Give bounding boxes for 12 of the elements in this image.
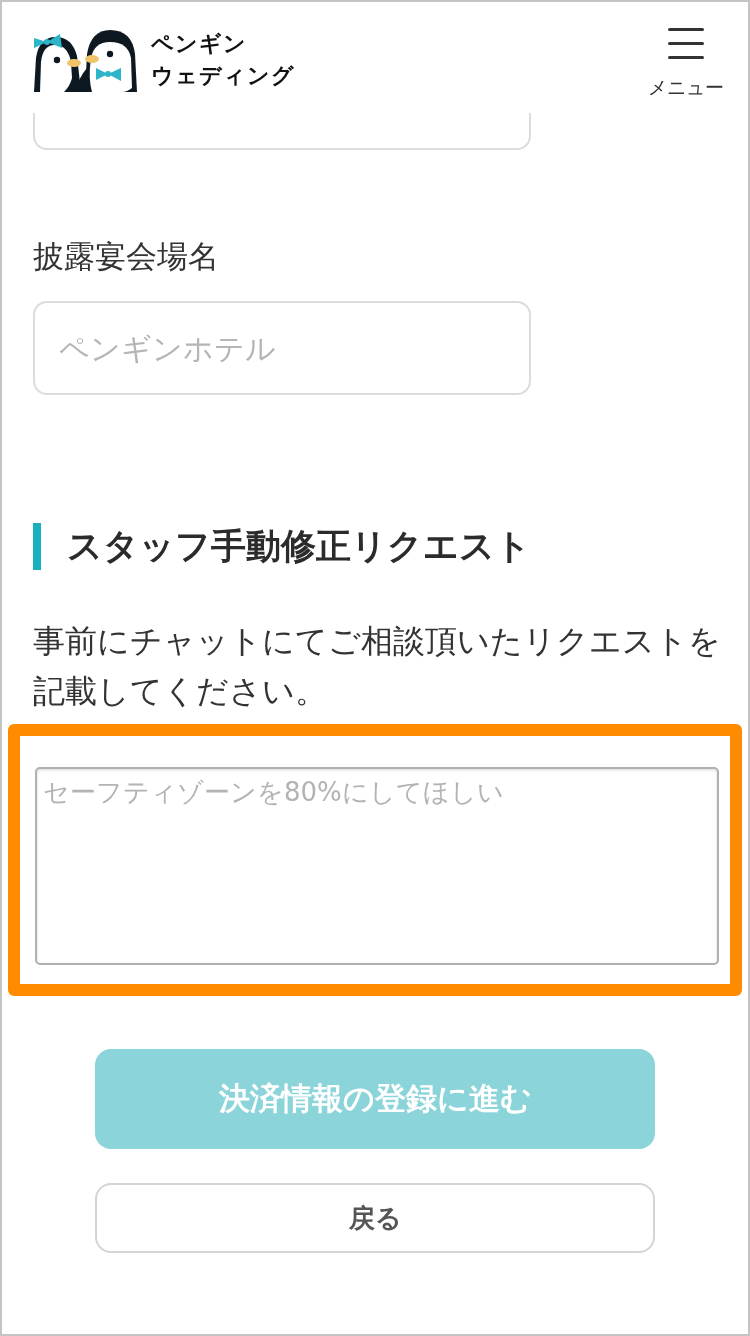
menu-button[interactable]: メニュー: [648, 28, 724, 101]
input-field[interactable]: [33, 113, 531, 150]
back-button[interactable]: 戻る: [95, 1183, 655, 1253]
logo-text: ウェディング: [151, 62, 295, 90]
request-textarea[interactable]: セーフティゾーンを80%にしてほしい: [35, 767, 719, 965]
venue-name-input[interactable]: ペンギンホテル: [33, 301, 531, 395]
penguins-logo-icon: [34, 28, 138, 92]
section-description: 事前にチャットにてご相談頂いたリクエストを記載してください。: [33, 621, 722, 712]
logo-text: ペンギン: [151, 30, 247, 58]
section-heading: スタッフ手動修正リクエスト: [33, 523, 531, 570]
field-label: 披露宴会場名: [33, 237, 219, 276]
menu-icon: [668, 28, 704, 59]
